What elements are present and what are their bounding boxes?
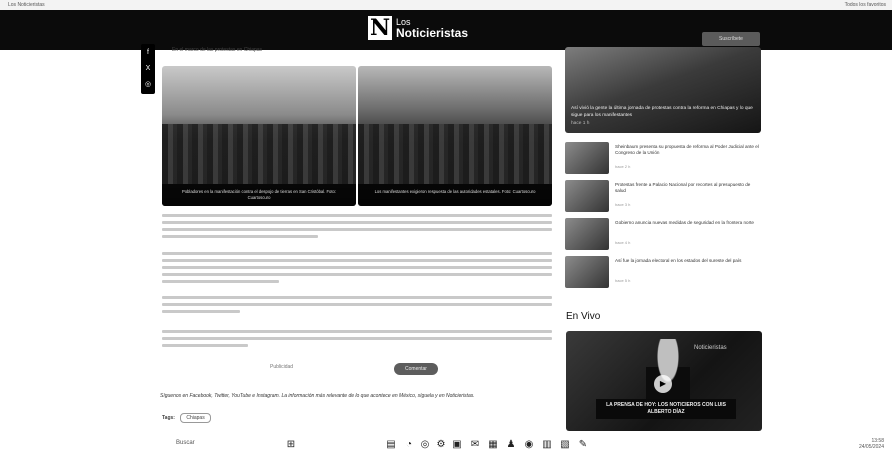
article-paragraph	[162, 330, 552, 351]
share-bar: f X ◎	[141, 44, 155, 94]
browser-bar: Los Noticieristas Todos los favoritos	[0, 0, 892, 10]
story-time: hace 3 h	[615, 202, 631, 207]
sidebar-story[interactable]: Así fue la jornada electoral en los esta…	[565, 256, 761, 290]
article-intro: En el marco de las protestas en Chiapas	[172, 47, 263, 53]
clock-date: 24/05/2024	[858, 444, 884, 450]
word-icon[interactable]: ▥	[540, 438, 554, 452]
article-paragraph	[162, 252, 552, 287]
photo-caption: Pobladores en la manifestación contra el…	[162, 184, 356, 206]
story-thumbnail	[565, 180, 609, 212]
play-icon[interactable]: ▶	[654, 375, 672, 393]
photos-icon[interactable]: ▦	[486, 438, 500, 452]
article-paragraph	[162, 296, 552, 317]
chrome-icon[interactable]: ◎	[418, 438, 432, 452]
story-title[interactable]: Así fue la jornada electoral en los esta…	[615, 258, 761, 264]
story-title[interactable]: Sheinbaum presenta su propuesta de refor…	[615, 144, 761, 156]
windows-icon[interactable]: ⊞	[284, 438, 298, 452]
subscribe-button[interactable]: Suscríbete	[702, 32, 760, 46]
browser-right-text[interactable]: Todos los favoritos	[845, 2, 886, 8]
story-thumbnail	[565, 218, 609, 250]
sidebar-story[interactable]: Sheinbaum presenta su propuesta de refor…	[565, 142, 761, 176]
comment-button[interactable]: Comentar	[394, 363, 438, 375]
tag-chip[interactable]: Chiapas	[180, 413, 211, 423]
featured-story[interactable]: Así vivió la gente la última jornada de …	[565, 47, 761, 133]
story-title[interactable]: Gobierno anuncia nuevas medidas de segur…	[615, 220, 761, 226]
mail-icon[interactable]: ✉	[468, 438, 482, 452]
article-photo[interactable]: Los manifestantes exigieron respuesta de…	[358, 66, 552, 206]
file-explorer-icon[interactable]: ▤	[384, 438, 398, 452]
ad-label: Publicidad	[270, 364, 294, 370]
site-logo[interactable]: N Los Noticieristas	[368, 16, 468, 40]
photo-caption: Los manifestantes exigieron respuesta de…	[358, 184, 552, 206]
logo-line2: Noticieristas	[396, 26, 469, 40]
tags-label: Tags:	[162, 415, 175, 421]
spotify-icon[interactable]: ◉	[522, 438, 536, 452]
sidebar-story[interactable]: Protestas frente a Palacio Nacional por …	[565, 180, 761, 214]
story-time: hace 5 h	[615, 278, 631, 283]
featured-caption: Así vivió la gente la última jornada de …	[571, 106, 753, 118]
logo-mark: N	[368, 15, 392, 41]
article-photo[interactable]: Pobladores en la manifestación contra el…	[162, 66, 356, 206]
story-thumbnail	[565, 256, 609, 288]
taskbar: Buscar ⊞ ▤ ◔ ◎ ⚙ ▣ ✉ ▦ ♟ ◉ ▥ ▧ ✎ 13:58 2…	[0, 432, 892, 458]
story-time: hace 2 h	[615, 164, 631, 169]
paint-icon[interactable]: ✎	[576, 438, 590, 452]
teams-icon[interactable]: ♟	[504, 438, 518, 452]
video-brand: Noticieristas	[694, 345, 727, 351]
tags: Tags: Chiapas	[162, 413, 211, 423]
live-section-title: En Vivo	[566, 311, 601, 322]
taskbar-search[interactable]: Buscar	[176, 440, 195, 446]
story-thumbnail	[565, 142, 609, 174]
store-icon[interactable]: ▣	[450, 438, 464, 452]
promo-text: Síguenos en Facebook, Twitter, YouTube e…	[160, 393, 475, 399]
live-video-player[interactable]: Noticieristas ▶ LA PRENSA DE HOY: LOS NO…	[566, 331, 762, 431]
whatsapp-icon[interactable]: ◎	[141, 78, 155, 92]
video-banner: LA PRENSA DE HOY: LOS NOTICIEROS CON LUI…	[596, 399, 736, 419]
story-time: hace 4 h	[615, 240, 631, 245]
sidebar-story[interactable]: Gobierno anuncia nuevas medidas de segur…	[565, 218, 761, 252]
edge-icon[interactable]: ◔	[402, 438, 416, 452]
x-icon[interactable]: X	[141, 62, 155, 76]
site-header: N Los Noticieristas Suscríbete	[0, 10, 892, 50]
story-title[interactable]: Protestas frente a Palacio Nacional por …	[615, 182, 761, 194]
browser-left-text[interactable]: Los Noticieristas	[8, 2, 45, 8]
article-paragraph	[162, 214, 552, 242]
facebook-icon[interactable]: f	[141, 46, 155, 60]
taskbar-clock[interactable]: 13:58 24/05/2024	[859, 438, 884, 450]
settings-icon[interactable]: ⚙	[434, 438, 448, 452]
featured-time: hace 1 h	[571, 121, 590, 126]
excel-icon[interactable]: ▧	[558, 438, 572, 452]
